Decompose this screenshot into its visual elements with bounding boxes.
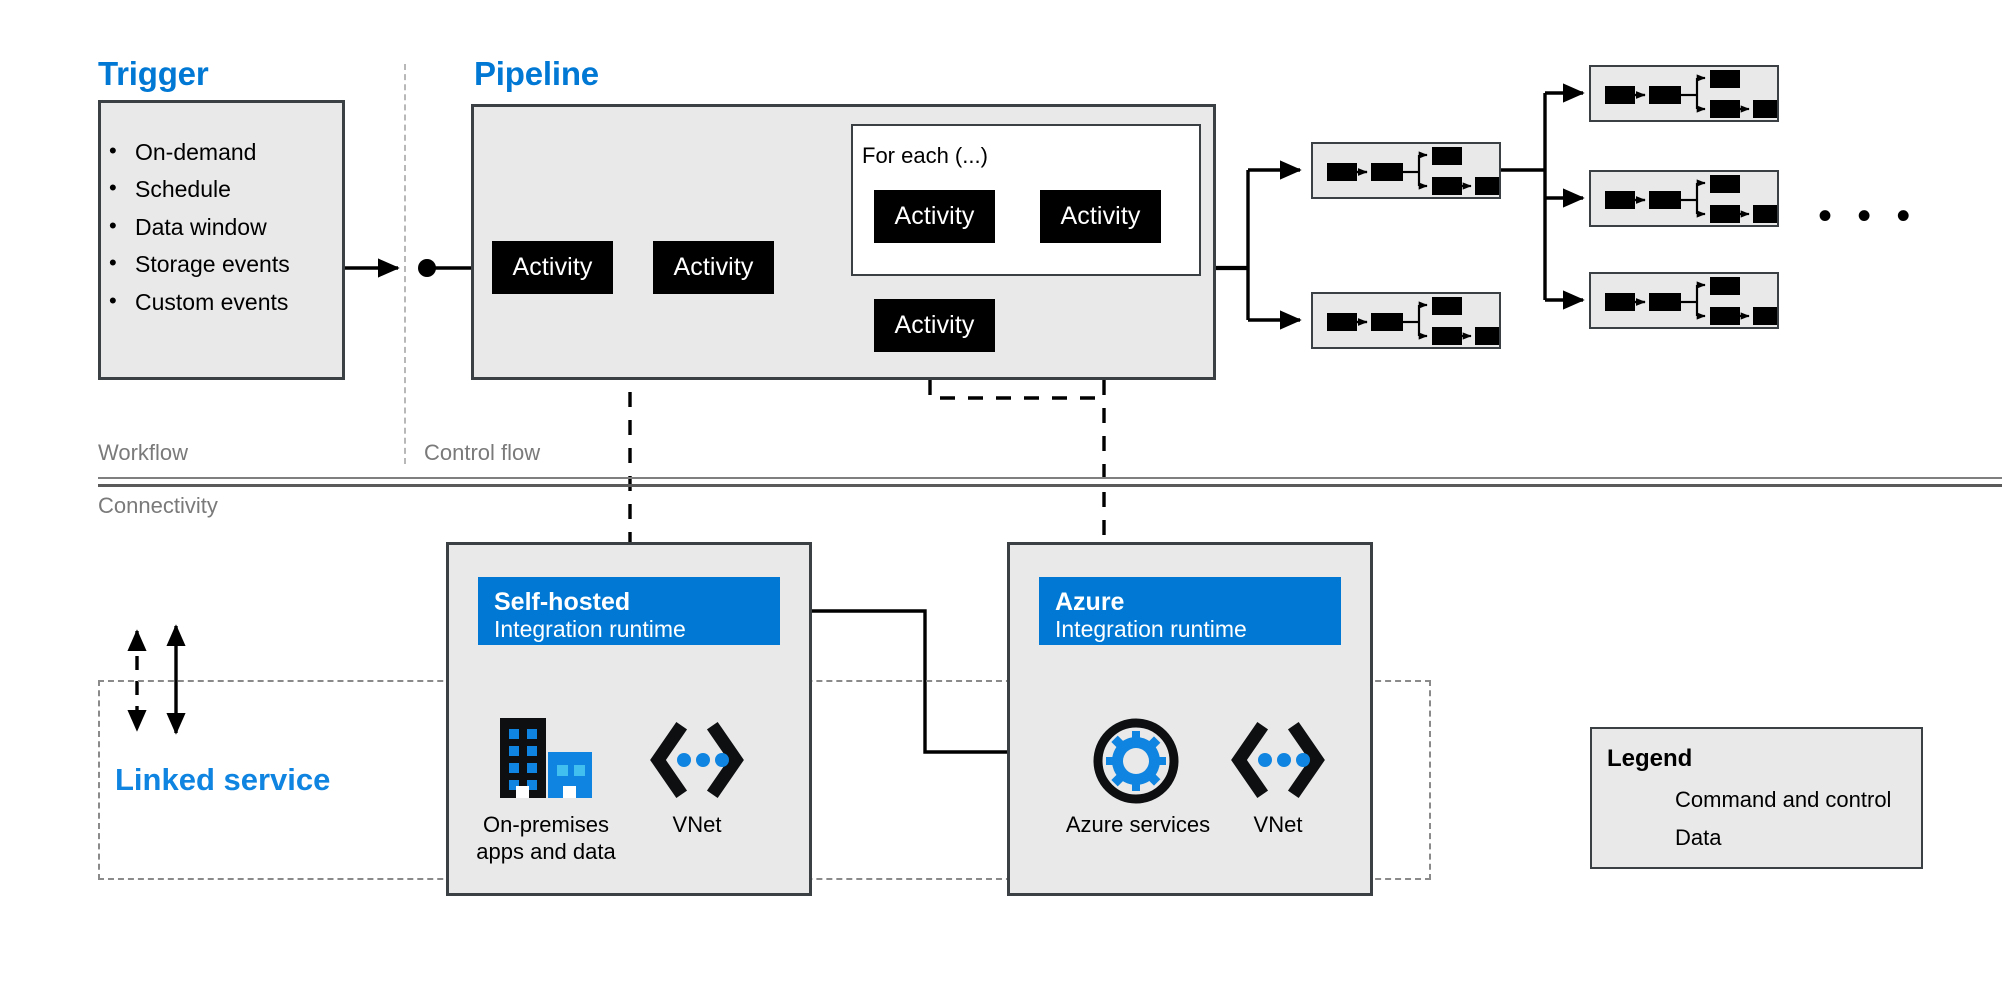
- runtime-subtitle: Integration runtime: [494, 616, 686, 642]
- mini-pipeline-graph: [1327, 297, 1499, 345]
- pipeline-activity-3[interactable]: Activity: [874, 190, 995, 243]
- fanout-ellipsis: • • •: [1818, 194, 1918, 238]
- on-premises-caption: On-premises apps and data: [476, 812, 616, 864]
- mini-pipeline-3[interactable]: [1589, 65, 1779, 122]
- list-item: Schedule: [101, 175, 342, 202]
- legend-title: Legend: [1607, 745, 1693, 772]
- mini-pipeline-graph: [1327, 147, 1499, 195]
- connectivity-divider-rule: [98, 484, 2002, 487]
- for-each-label: For each (...): [862, 143, 988, 168]
- workflow-controlflow-divider: [404, 64, 406, 464]
- mini-pipeline-4[interactable]: [1589, 170, 1779, 227]
- trigger-list: On-demand Schedule Data window Storage e…: [101, 138, 342, 315]
- activity-label: Activity: [512, 253, 593, 281]
- activity-label: Activity: [673, 253, 754, 281]
- diagram-canvas: Trigger On-demand Schedule Data window S…: [0, 0, 2002, 992]
- list-item: Data window: [101, 213, 342, 240]
- legend-entry-command-and-control: Command and control: [1675, 787, 1892, 812]
- self-hosted-runtime-header[interactable]: Self-hosted Integration runtime: [478, 577, 780, 645]
- connectivity-axis-label: Connectivity: [98, 493, 218, 518]
- vnet-icon: [1231, 721, 1325, 799]
- mini-pipeline-1[interactable]: [1311, 142, 1501, 199]
- pipeline-activity-5[interactable]: Activity: [874, 299, 995, 352]
- azure-services-caption: Azure services: [1065, 812, 1211, 837]
- activity-label: Activity: [1060, 202, 1141, 230]
- vnet-caption-self-hosted: VNet: [672, 812, 722, 837]
- activity-label: Activity: [894, 202, 975, 230]
- mini-pipeline-graph: [1605, 277, 1777, 325]
- workflow-divider-rule: [98, 477, 2002, 479]
- vnet-icon: [650, 721, 744, 799]
- legend-entry-data: Data: [1675, 825, 1722, 850]
- trigger-panel: On-demand Schedule Data window Storage e…: [98, 100, 345, 380]
- pipeline-activity-4[interactable]: Activity: [1040, 190, 1161, 243]
- mini-pipeline-5[interactable]: [1589, 272, 1779, 329]
- trigger-section-title: Trigger: [98, 55, 209, 92]
- control-flow-axis-label: Control flow: [424, 440, 541, 465]
- pipeline-activity-2[interactable]: Activity: [653, 241, 774, 294]
- mini-pipeline-graph: [1605, 70, 1777, 118]
- pipeline-activity-1[interactable]: Activity: [492, 241, 613, 294]
- mini-pipeline-graph: [1605, 175, 1777, 223]
- azure-services-icon: [1090, 715, 1182, 807]
- runtime-subtitle: Integration runtime: [1055, 616, 1247, 642]
- list-item: Custom events: [101, 288, 342, 315]
- linked-service-title: Linked service: [115, 762, 331, 797]
- azure-runtime-header[interactable]: Azure Integration runtime: [1039, 577, 1341, 645]
- on-premises-icon: [498, 718, 594, 802]
- mini-pipeline-2[interactable]: [1311, 292, 1501, 349]
- activity-label: Activity: [894, 311, 975, 339]
- list-item: Storage events: [101, 250, 342, 277]
- runtime-title: Self-hosted: [494, 588, 631, 616]
- workflow-axis-label: Workflow: [98, 440, 189, 465]
- vnet-caption-azure: VNet: [1253, 812, 1303, 837]
- runtime-title: Azure: [1055, 588, 1125, 616]
- pipeline-section-title: Pipeline: [474, 55, 599, 92]
- list-item: On-demand: [101, 138, 342, 165]
